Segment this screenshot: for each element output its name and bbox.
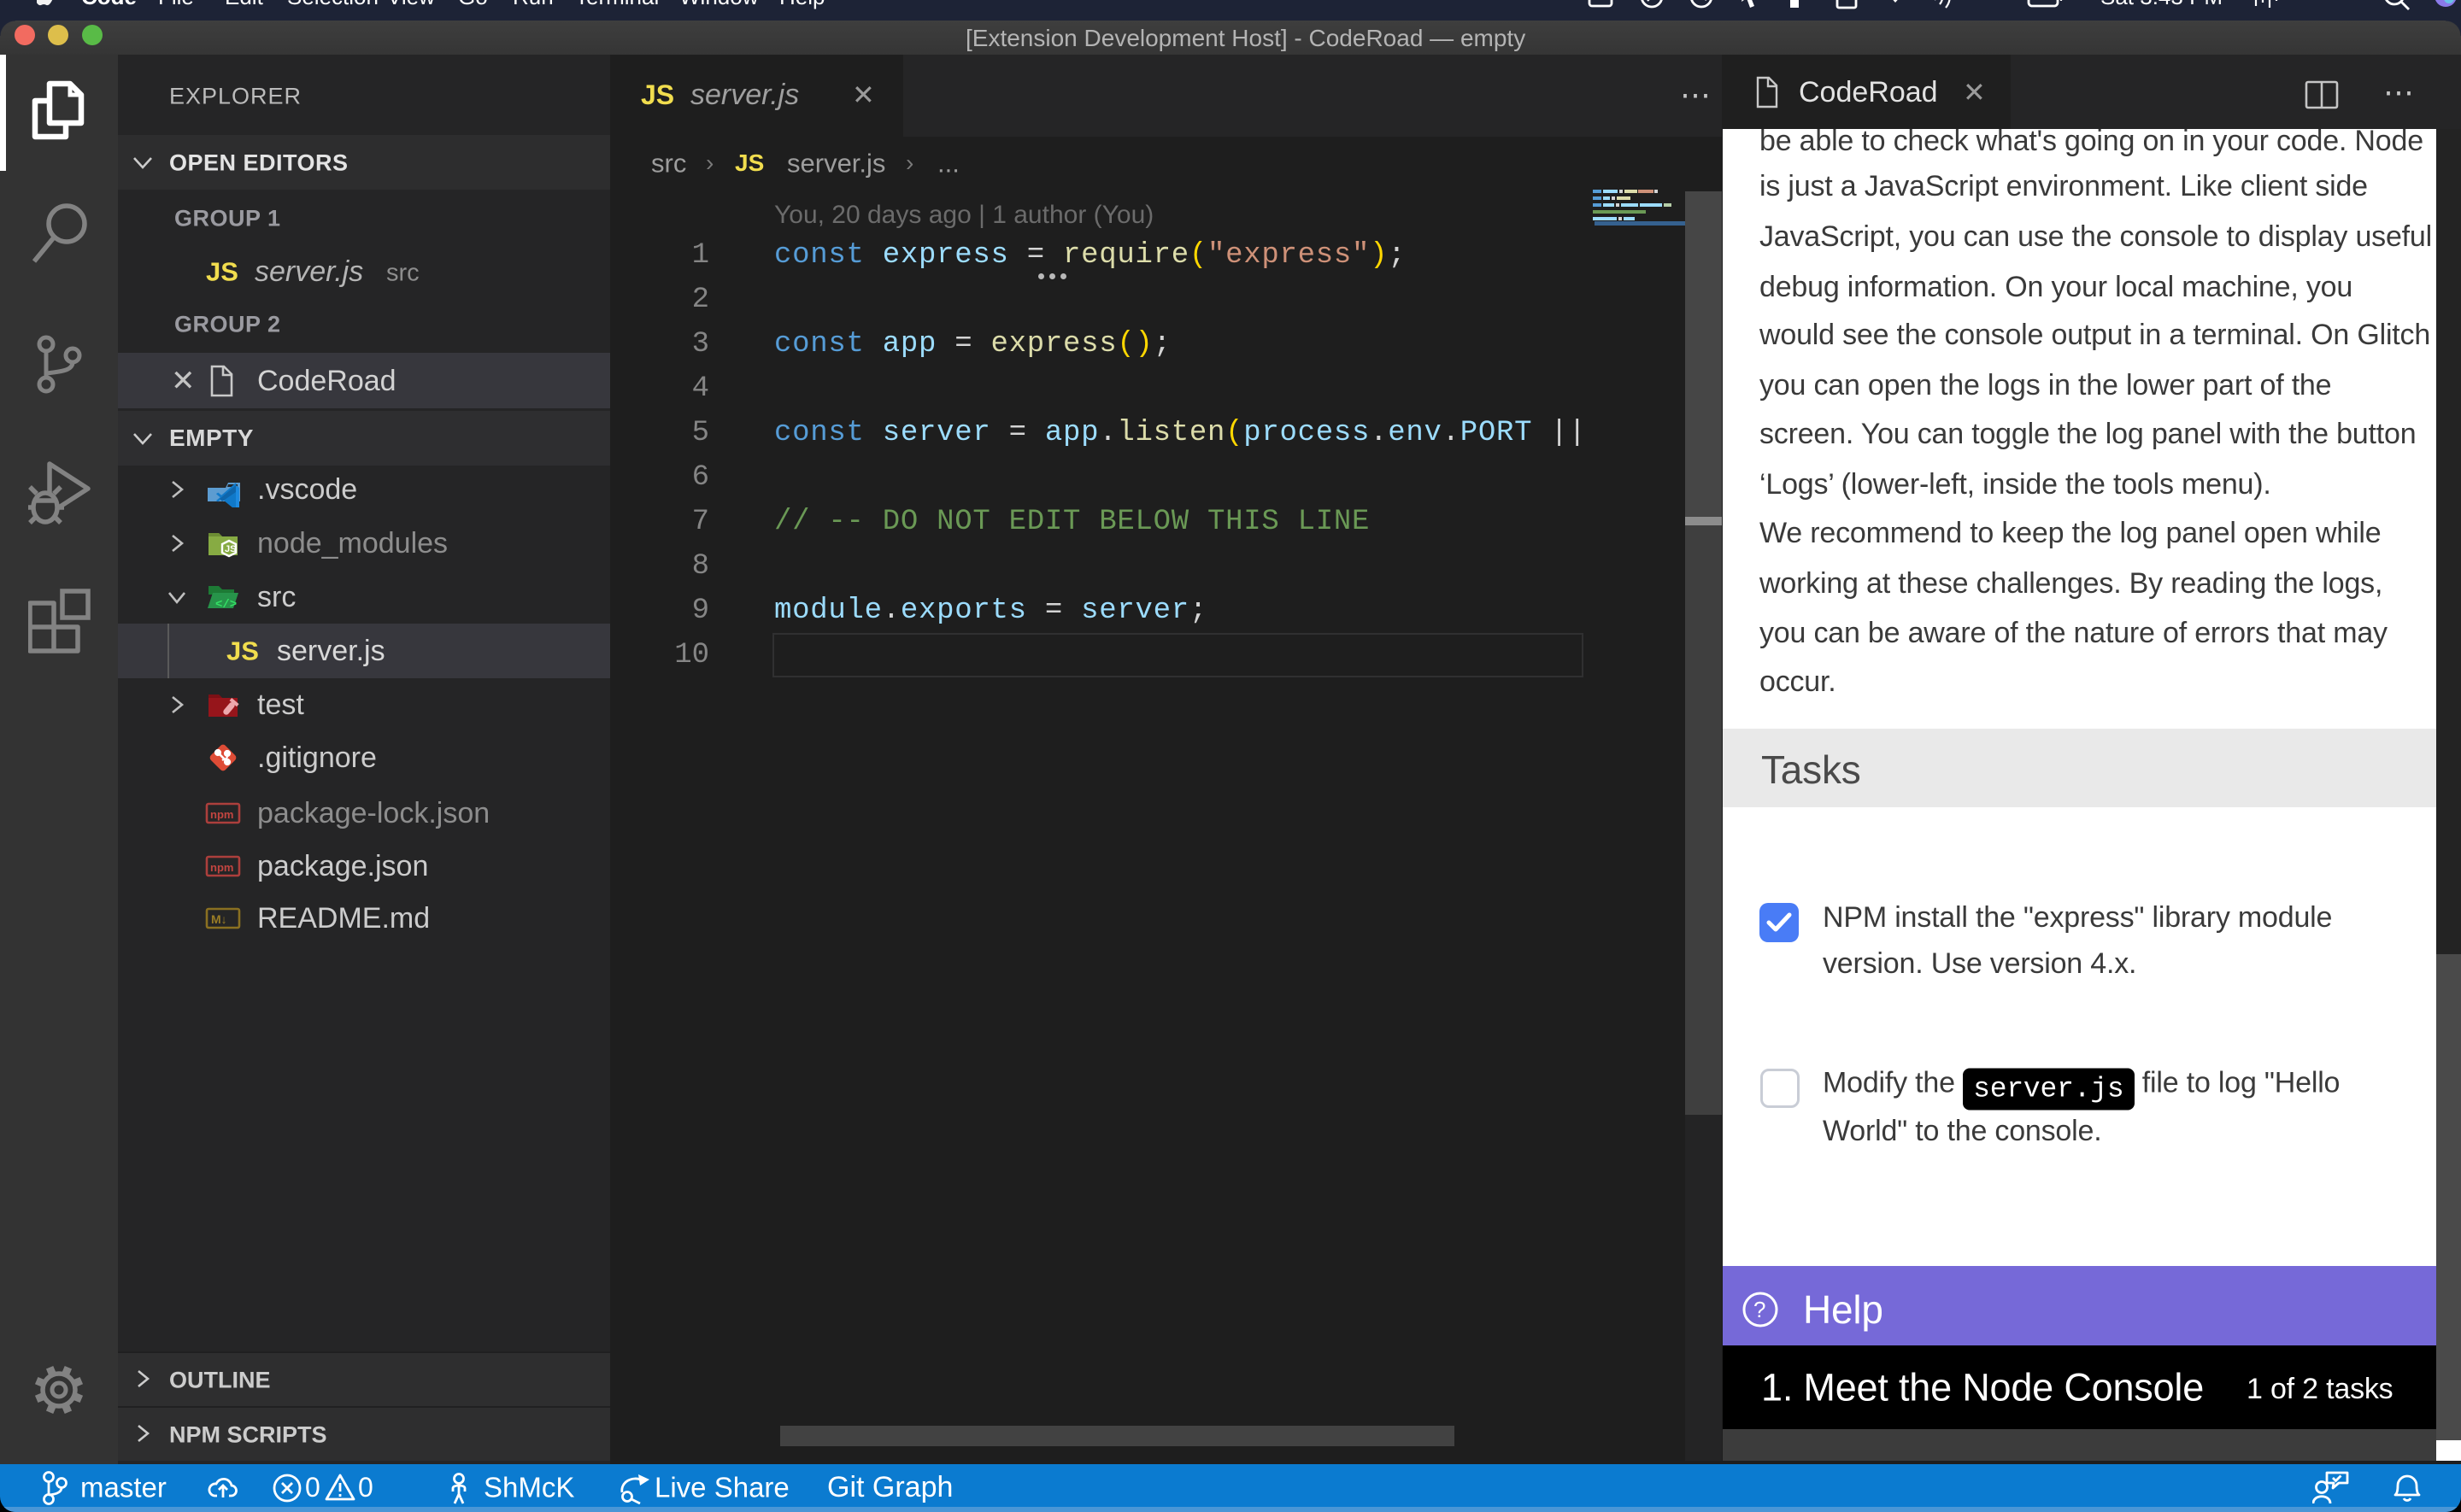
svg-text:M↓: M↓ [211,912,227,926]
svg-text:?: ? [1753,1297,1765,1322]
svg-text:</>: </> [215,598,237,612]
svg-text:JS: JS [225,544,236,554]
svg-text:npm: npm [210,861,233,874]
svg-text:npm: npm [210,808,233,821]
